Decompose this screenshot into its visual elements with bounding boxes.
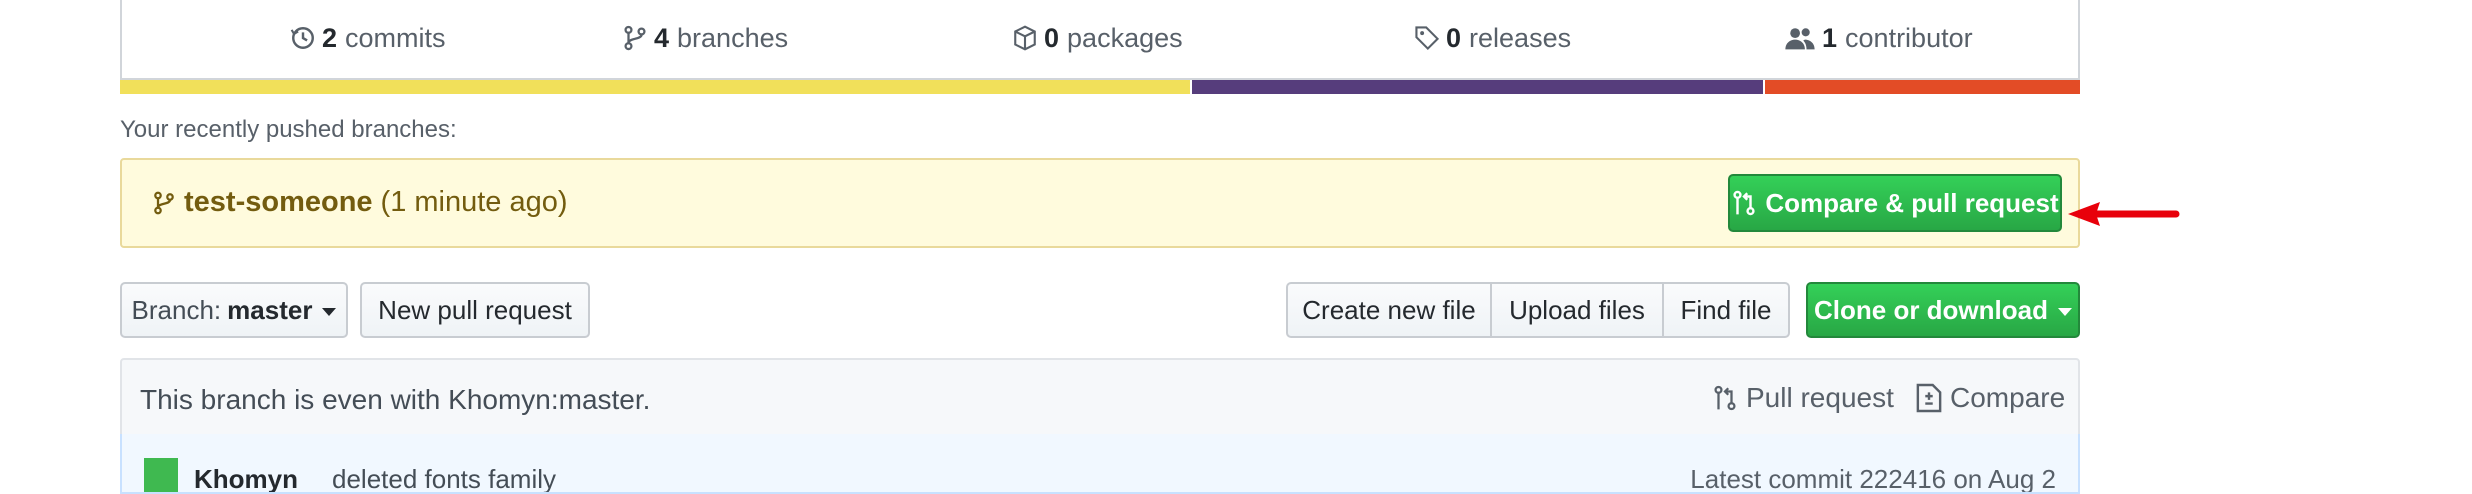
pull-request-label: Pull request xyxy=(1746,382,1894,413)
recent-branch-name[interactable]: test-someone xyxy=(184,186,373,219)
avatar[interactable] xyxy=(144,458,178,492)
package-icon xyxy=(1014,25,1036,51)
branch-select-value: master xyxy=(227,294,313,325)
commits-link[interactable]: 2 commits xyxy=(290,20,446,56)
contributors-link[interactable]: 1 contributor xyxy=(1784,20,1973,56)
releases-label: releases xyxy=(1469,22,1572,53)
branches-link[interactable]: 4 branches xyxy=(622,20,788,56)
branch-icon xyxy=(624,25,646,51)
contributors-count: 1 xyxy=(1822,22,1838,53)
red-arrow-annotation xyxy=(2068,202,2180,226)
language-segment-purple[interactable] xyxy=(1189,80,1764,94)
commits-count: 2 xyxy=(322,22,338,53)
commits-label: commits xyxy=(345,22,446,53)
branch-icon xyxy=(154,191,174,214)
branches-count: 4 xyxy=(654,22,670,53)
create-new-file-button[interactable]: Create new file xyxy=(1286,282,1492,338)
compare-pull-request-button[interactable]: Compare & pull request xyxy=(1728,174,2062,232)
git-compare-icon xyxy=(1733,190,1756,216)
latest-commit-row: Khomyn deleted fonts family Latest commi… xyxy=(120,434,2080,494)
compare-link[interactable]: Compare xyxy=(1916,382,2065,414)
language-bar[interactable] xyxy=(120,80,2080,94)
branch-select-prefix: Branch: xyxy=(131,294,222,325)
packages-label: packages xyxy=(1067,22,1183,53)
clone-download-label: Clone or download xyxy=(1814,294,2048,325)
pull-request-link[interactable]: Pull request xyxy=(1712,382,1894,414)
git-compare-icon xyxy=(1714,385,1736,411)
find-file-button[interactable]: Find file xyxy=(1662,282,1790,338)
releases-count: 0 xyxy=(1446,22,1462,53)
packages-count: 0 xyxy=(1044,22,1060,53)
latest-commit-info: Latest commit 222416 on Aug 2 xyxy=(1690,464,2056,494)
packages-link[interactable]: 0 packages xyxy=(1012,20,1183,56)
tag-icon xyxy=(1415,26,1440,51)
history-icon xyxy=(290,27,314,49)
recent-branches-label: Your recently pushed branches: xyxy=(120,116,457,143)
people-icon xyxy=(1785,28,1815,50)
language-segment-yellow[interactable] xyxy=(120,80,1190,94)
clone-download-button[interactable]: Clone or download xyxy=(1806,282,2080,338)
compare-pull-request-label: Compare & pull request xyxy=(1765,187,2059,218)
upload-files-button[interactable]: Upload files xyxy=(1490,282,1664,338)
chevron-down-icon xyxy=(322,307,337,316)
branch-select-button[interactable]: Branch: master xyxy=(120,282,348,338)
releases-link[interactable]: 0 releases xyxy=(1414,20,1571,56)
commit-message[interactable]: deleted fonts family xyxy=(332,464,556,492)
chevron-down-icon xyxy=(2058,307,2072,316)
branch-status-message: This branch is even with Khomyn:master. xyxy=(140,384,651,415)
commit-author[interactable]: Khomyn xyxy=(194,464,298,492)
file-diff-icon xyxy=(1916,383,1942,413)
repo-summary-bar: 2 commits 4 branches 0 packages 0 releases 1… xyxy=(120,0,2080,80)
new-pull-request-button[interactable]: New pull request xyxy=(360,282,590,338)
branches-label: branches xyxy=(677,22,789,53)
compare-label: Compare xyxy=(1950,382,2066,413)
contributors-label: contributor xyxy=(1845,22,1973,53)
recent-branch-time: (1 minute ago) xyxy=(380,186,568,218)
language-segment-orange[interactable] xyxy=(1763,80,2080,94)
